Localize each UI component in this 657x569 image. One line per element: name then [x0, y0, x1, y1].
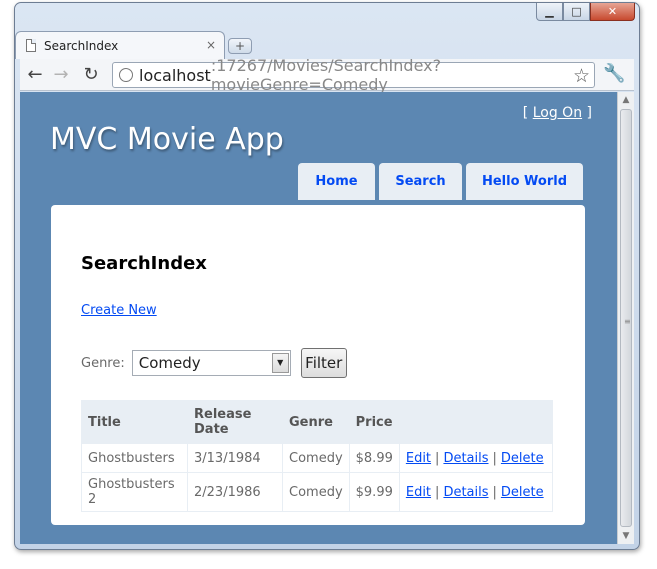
- tab-close-icon[interactable]: ×: [206, 38, 216, 52]
- cell-price: $8.99: [348, 443, 400, 473]
- chevron-down-icon[interactable]: ▼: [271, 353, 289, 373]
- movies-table: Title Release Date Genre Price Ghostbust…: [81, 400, 553, 512]
- page-title: SearchIndex: [81, 253, 207, 274]
- delete-link[interactable]: Delete: [501, 451, 544, 466]
- window-controls: ▁ □ ✕: [536, 3, 635, 21]
- cell-genre: Comedy: [282, 443, 350, 473]
- filter-button[interactable]: Filter: [300, 348, 347, 378]
- delete-link[interactable]: Delete: [501, 485, 544, 500]
- cell-title: Ghostbusters 2: [81, 472, 188, 512]
- tab-title: SearchIndex: [44, 38, 119, 53]
- login-bracket-close: ]: [582, 105, 592, 121]
- forward-arrow-icon[interactable]: →: [50, 64, 72, 86]
- genre-filter-form: Genre: Comedy ▼ Filter: [81, 348, 347, 378]
- scroll-up-icon[interactable]: ▲: [618, 92, 634, 108]
- login-display: [ Log On ]: [523, 105, 592, 121]
- cell-release-date: 2/23/1986: [187, 472, 283, 512]
- menu-item-home[interactable]: Home: [298, 163, 375, 200]
- column-header-genre: Genre: [282, 400, 350, 444]
- browser-tab[interactable]: SearchIndex ×: [15, 31, 225, 59]
- vertical-scrollbar[interactable]: ▲ ≡ ▼: [617, 92, 634, 544]
- column-header-price: Price: [348, 400, 400, 444]
- page-viewport: [ Log On ] MVC Movie App Home Search Hel…: [20, 92, 617, 544]
- column-header-release-date: Release Date: [187, 400, 283, 444]
- table-row: Ghostbusters 2 2/23/1986 Comedy $9.99 Ed…: [81, 472, 553, 512]
- page-icon: [26, 39, 36, 52]
- minimize-button[interactable]: ▁: [536, 3, 563, 21]
- cell-genre: Comedy: [282, 472, 350, 512]
- genre-label: Genre:: [81, 355, 125, 371]
- address-bar[interactable]: localhost:17267/Movies/SearchIndex?movie…: [112, 56, 595, 94]
- edit-link[interactable]: Edit: [406, 485, 431, 500]
- cell-release-date: 3/13/1984: [187, 443, 283, 473]
- maximize-button[interactable]: □: [563, 3, 590, 21]
- table-header-row: Title Release Date Genre Price: [81, 400, 553, 444]
- login-bracket-open: [: [522, 105, 533, 121]
- site-title: MVC Movie App: [50, 122, 284, 157]
- main-menu: Home Search Hello World: [298, 163, 583, 200]
- main-content: SearchIndex Create New Genre: Comedy ▼ F…: [51, 205, 585, 525]
- grip-icon: ≡: [624, 317, 631, 326]
- scroll-down-icon[interactable]: ▼: [618, 528, 634, 544]
- url-path: :17267/Movies/SearchIndex?movieGenre=Com…: [210, 56, 442, 94]
- menu-item-search[interactable]: Search: [379, 163, 462, 200]
- table-row: Ghostbusters 3/13/1984 Comedy $8.99 Edit…: [81, 443, 553, 473]
- close-window-button[interactable]: ✕: [590, 3, 635, 21]
- cell-title: Ghostbusters: [81, 443, 188, 473]
- edit-link[interactable]: Edit: [406, 451, 431, 466]
- action-separator: |: [435, 450, 440, 466]
- cell-price: $9.99: [348, 472, 400, 512]
- cell-actions: Edit | Details | Delete: [398, 443, 553, 473]
- new-tab-button[interactable]: +: [228, 38, 252, 54]
- menu-item-hello-world[interactable]: Hello World: [466, 163, 583, 200]
- column-header-title: Title: [81, 400, 188, 444]
- action-separator: |: [492, 484, 497, 500]
- cell-actions: Edit | Details | Delete: [398, 472, 553, 512]
- action-separator: |: [492, 450, 497, 466]
- star-icon[interactable]: ☆: [573, 65, 590, 87]
- create-new-link[interactable]: Create New: [81, 303, 157, 318]
- reload-icon[interactable]: ↻: [80, 64, 102, 86]
- url-host: localhost: [139, 65, 211, 85]
- action-separator: |: [435, 484, 440, 500]
- genre-select[interactable]: Comedy ▼: [131, 350, 291, 376]
- log-on-link[interactable]: Log On: [533, 105, 582, 121]
- details-link[interactable]: Details: [443, 485, 488, 500]
- wrench-icon[interactable]: 🔧: [603, 63, 625, 84]
- back-arrow-icon[interactable]: ←: [24, 64, 46, 86]
- column-header-actions: [398, 400, 553, 444]
- genre-selected-value: Comedy: [138, 354, 201, 372]
- details-link[interactable]: Details: [443, 451, 488, 466]
- scrollbar-thumb[interactable]: ≡: [620, 109, 632, 527]
- browser-toolbar: ← → ↻ localhost:17267/Movies/SearchIndex…: [20, 56, 634, 94]
- globe-icon: [119, 68, 133, 82]
